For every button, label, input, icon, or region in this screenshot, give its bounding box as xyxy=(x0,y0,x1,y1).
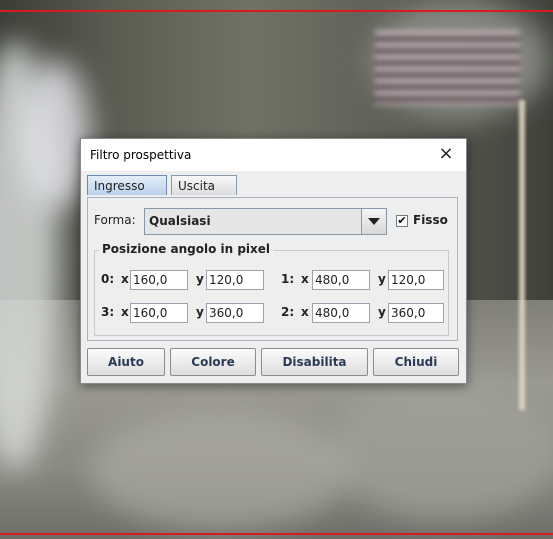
tab-ingresso[interactable]: Ingresso xyxy=(87,175,167,195)
corner-2-y-input[interactable]: 360,0 xyxy=(388,303,444,323)
corner-2-x-label: x xyxy=(301,305,309,319)
corner-0-y-input[interactable]: 120,0 xyxy=(206,270,264,290)
corner-3-label: 3: xyxy=(101,305,115,319)
dialog-title: Filtro prospettiva xyxy=(90,148,192,162)
light-blur-bottom xyxy=(90,410,350,530)
corner-0-y-label: y xyxy=(196,272,204,286)
perspective-guide-top xyxy=(0,10,553,12)
corner-0-x-input[interactable]: 160,0 xyxy=(130,270,188,290)
corner-position-legend: Posizione angolo in pixel xyxy=(99,242,274,256)
shape-label: Forma: xyxy=(94,213,136,227)
corner-1-x-label: x xyxy=(301,272,309,286)
corner-2-y-label: y xyxy=(378,305,386,319)
corner-3-y-label: y xyxy=(196,305,204,319)
corner-2-label: 2: xyxy=(281,305,295,319)
corner-1-y-label: y xyxy=(378,272,386,286)
corner-1-x-input[interactable]: 480,0 xyxy=(312,270,370,290)
close-icon[interactable]: × xyxy=(434,142,458,166)
corner-0-x-label: x xyxy=(121,272,129,286)
help-button[interactable]: Aiuto xyxy=(87,348,165,376)
perspective-filter-dialog: Filtro prospettiva × Ingresso Uscita For… xyxy=(80,138,467,384)
perspective-guide-bottom xyxy=(0,533,553,535)
flag xyxy=(375,30,520,105)
corner-3-x-input[interactable]: 160,0 xyxy=(130,303,188,323)
input-tab-panel: Forma: Qualsiasi ✔ Fisso Posizione angol… xyxy=(87,197,458,341)
corner-position-group: Posizione angolo in pixel 0: x 160,0 y 1… xyxy=(94,242,449,336)
shape-select[interactable]: Qualsiasi xyxy=(144,208,387,235)
corner-1-label: 1: xyxy=(281,272,295,286)
color-button[interactable]: Colore xyxy=(170,348,256,376)
flag-pole xyxy=(519,100,525,410)
corner-3-x-label: x xyxy=(121,305,129,319)
fixed-checkbox[interactable]: ✔ xyxy=(396,215,408,227)
fixed-label: Fisso xyxy=(413,213,448,227)
disable-button[interactable]: Disabilita xyxy=(261,348,368,376)
corner-0-label: 0: xyxy=(101,272,115,286)
shape-select-value: Qualsiasi xyxy=(149,214,211,228)
corner-3-y-input[interactable]: 360,0 xyxy=(206,303,264,323)
chevron-down-icon[interactable] xyxy=(361,209,386,234)
corner-2-x-input[interactable]: 480,0 xyxy=(312,303,370,323)
close-button[interactable]: Chiudi xyxy=(373,348,459,376)
title-bar[interactable]: Filtro prospettiva × xyxy=(81,139,466,171)
corner-1-y-input[interactable]: 120,0 xyxy=(388,270,444,290)
check-icon: ✔ xyxy=(397,214,407,227)
tab-uscita[interactable]: Uscita xyxy=(171,175,237,195)
